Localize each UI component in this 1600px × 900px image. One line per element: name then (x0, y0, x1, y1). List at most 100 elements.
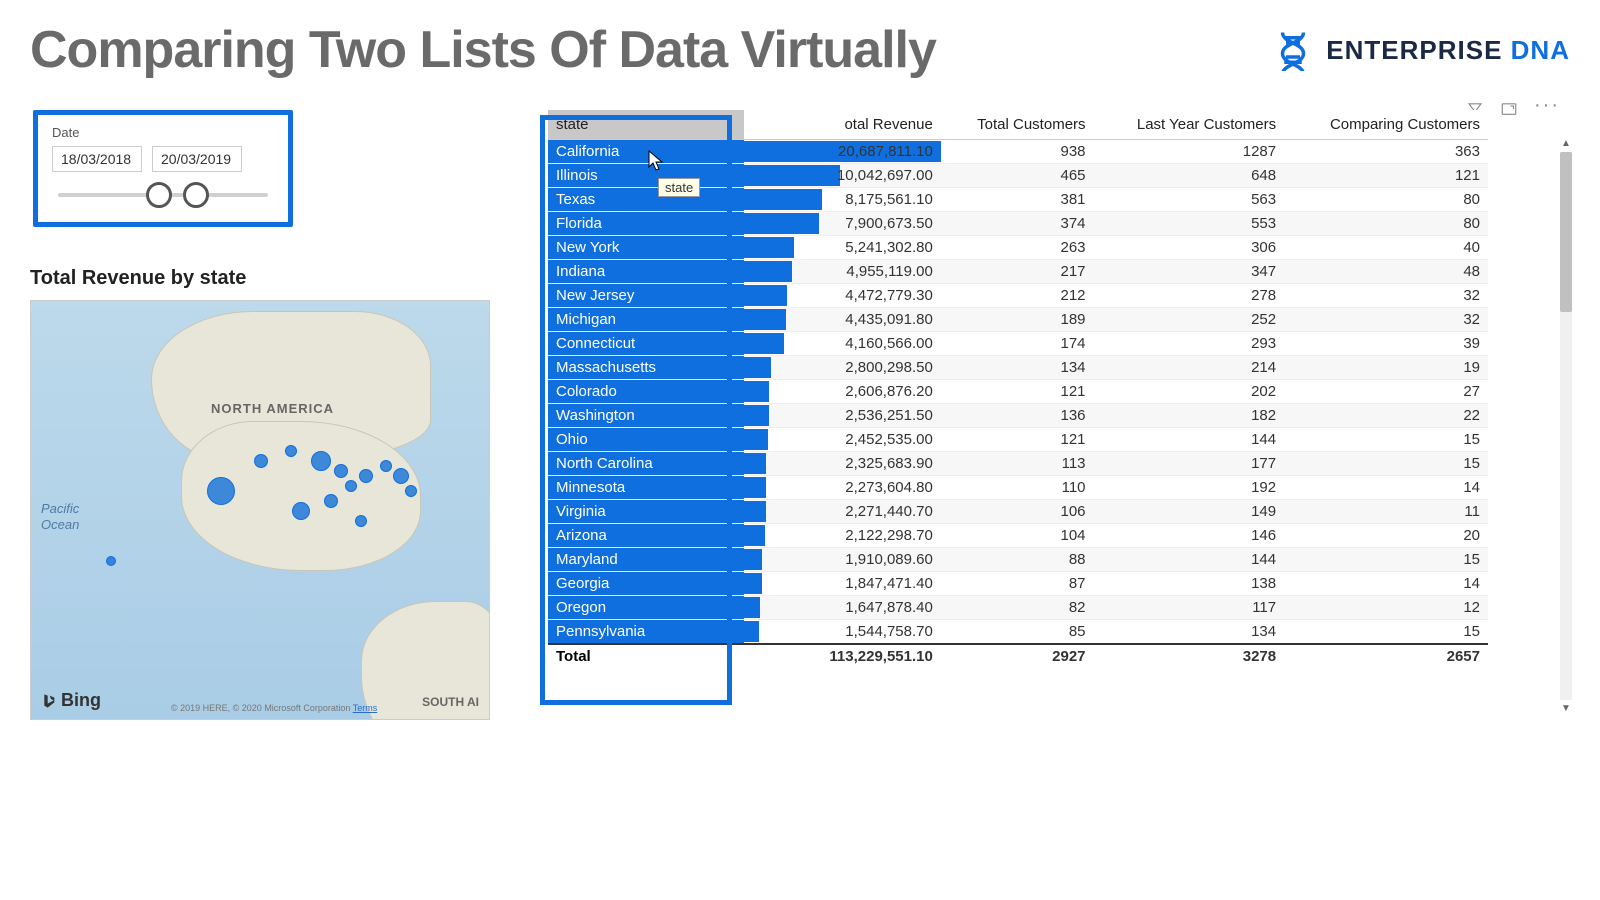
map-bubble[interactable] (405, 485, 417, 497)
table-row[interactable]: Arizona2,122,298.7010414620 (548, 524, 1488, 548)
map-bubble[interactable] (292, 502, 310, 520)
bing-icon (41, 693, 57, 709)
table-row[interactable]: Pennsylvania1,544,758.708513415 (548, 620, 1488, 645)
cell-last-year-customers: 117 (1094, 596, 1285, 620)
col-header-last-year-customers[interactable]: Last Year Customers (1094, 110, 1285, 140)
map-terms-link[interactable]: Terms (353, 703, 378, 713)
table-row[interactable]: New York5,241,302.8026330640 (548, 236, 1488, 260)
map-bubble[interactable] (380, 460, 392, 472)
cell-state: Michigan (548, 308, 744, 332)
table-row[interactable]: Georgia1,847,471.408713814 (548, 572, 1488, 596)
table-row[interactable]: Colorado2,606,876.2012120227 (548, 380, 1488, 404)
map-bubble[interactable] (393, 468, 409, 484)
cell-comparing-customers: 80 (1284, 188, 1488, 212)
cell-total-customers: 938 (941, 140, 1094, 164)
date-slicer[interactable]: Date 18/03/2018 20/03/2019 (33, 110, 293, 227)
cell-total-customers: 104 (941, 524, 1094, 548)
table-row[interactable]: Connecticut4,160,566.0017429339 (548, 332, 1488, 356)
cell-revenue: 4,955,119.00 (744, 260, 940, 284)
date-from-input[interactable]: 18/03/2018 (52, 146, 142, 172)
col-header-total-customers[interactable]: Total Customers (941, 110, 1094, 140)
map-bubble[interactable] (324, 494, 338, 508)
table-row[interactable]: Maryland1,910,089.608814415 (548, 548, 1488, 572)
table-row[interactable]: Massachusetts2,800,298.5013421419 (548, 356, 1488, 380)
map-bubble[interactable] (285, 445, 297, 457)
table-scrollbar[interactable]: ▲ ▼ (1560, 152, 1572, 700)
north-america-label: NORTH AMERICA (211, 401, 334, 416)
cell-comparing-customers: 80 (1284, 212, 1488, 236)
cell-last-year-customers: 214 (1094, 356, 1285, 380)
table-row[interactable]: Washington2,536,251.5013618222 (548, 404, 1488, 428)
focus-mode-icon[interactable] (1500, 100, 1518, 118)
more-options-icon[interactable]: ··· (1534, 100, 1560, 118)
cell-revenue: 2,122,298.70 (744, 524, 940, 548)
cell-last-year-customers: 553 (1094, 212, 1285, 236)
cell-comparing-customers: 363 (1284, 140, 1488, 164)
cell-total-customers: 113 (941, 452, 1094, 476)
table-row[interactable]: Ohio2,452,535.0012114415 (548, 428, 1488, 452)
map-title: Total Revenue by state (30, 267, 500, 290)
cell-state: Texas (548, 188, 744, 212)
cell-revenue: 10,042,697.00 (744, 164, 940, 188)
scroll-up-icon[interactable]: ▲ (1560, 138, 1572, 149)
cell-total-customers: 174 (941, 332, 1094, 356)
cell-state: Maryland (548, 548, 744, 572)
map-bubble[interactable] (345, 480, 357, 492)
cell-state: Pennsylvania (548, 620, 744, 645)
map-bubble[interactable] (207, 477, 235, 505)
cell-last-year-customers: 347 (1094, 260, 1285, 284)
cell-last-year-customers: 144 (1094, 548, 1285, 572)
col-header-revenue[interactable]: otal Revenue (744, 110, 940, 140)
slider-handle-to[interactable] (183, 182, 209, 208)
cell-state: New York (548, 236, 744, 260)
col-header-comparing-customers[interactable]: Comparing Customers (1284, 110, 1488, 140)
cell-total-customers: 374 (941, 212, 1094, 236)
cell-state: Florida (548, 212, 744, 236)
table-row[interactable]: New Jersey4,472,779.3021227832 (548, 284, 1488, 308)
col-header-state[interactable]: state (548, 110, 744, 140)
cell-total-customers: 134 (941, 356, 1094, 380)
date-to-input[interactable]: 20/03/2019 (152, 146, 242, 172)
table-row[interactable]: Virginia2,271,440.7010614911 (548, 500, 1488, 524)
page-title: Comparing Two Lists Of Data Virtually (30, 20, 936, 80)
map-visual[interactable]: NORTH AMERICA SOUTH AI PacificOcean (30, 300, 490, 720)
map-bubble[interactable] (106, 556, 116, 566)
cell-comparing-customers: 19 (1284, 356, 1488, 380)
cell-total-customers: 87 (941, 572, 1094, 596)
map-bubble[interactable] (254, 454, 268, 468)
map-bubble[interactable] (334, 464, 348, 478)
table-row[interactable]: Indiana4,955,119.0021734748 (548, 260, 1488, 284)
cell-revenue: 5,241,302.80 (744, 236, 940, 260)
cell-total-customers: 217 (941, 260, 1094, 284)
total-customers: 2927 (941, 644, 1094, 668)
cell-revenue: 1,847,471.40 (744, 572, 940, 596)
table-row[interactable]: Florida7,900,673.5037455380 (548, 212, 1488, 236)
cell-comparing-customers: 39 (1284, 332, 1488, 356)
map-bubble[interactable] (355, 515, 367, 527)
table-row[interactable]: California20,687,811.109381287363 (548, 140, 1488, 164)
cell-total-customers: 212 (941, 284, 1094, 308)
table-row[interactable]: Michigan4,435,091.8018925232 (548, 308, 1488, 332)
map-bubble[interactable] (311, 451, 331, 471)
cell-last-year-customers: 278 (1094, 284, 1285, 308)
cell-comparing-customers: 15 (1284, 452, 1488, 476)
cell-total-customers: 189 (941, 308, 1094, 332)
scroll-thumb[interactable] (1560, 152, 1572, 312)
slider-handle-from[interactable] (146, 182, 172, 208)
total-comparing: 2657 (1284, 644, 1488, 668)
cell-comparing-customers: 22 (1284, 404, 1488, 428)
cell-comparing-customers: 11 (1284, 500, 1488, 524)
scroll-down-icon[interactable]: ▼ (1560, 703, 1572, 714)
cell-comparing-customers: 121 (1284, 164, 1488, 188)
date-slider[interactable] (52, 182, 274, 208)
table-row[interactable]: North Carolina2,325,683.9011317715 (548, 452, 1488, 476)
cell-total-customers: 136 (941, 404, 1094, 428)
table-row[interactable]: Minnesota2,273,604.8011019214 (548, 476, 1488, 500)
map-bubble[interactable] (359, 469, 373, 483)
cell-comparing-customers: 12 (1284, 596, 1488, 620)
cell-revenue: 4,160,566.00 (744, 332, 940, 356)
cell-state: Arizona (548, 524, 744, 548)
cell-state: North Carolina (548, 452, 744, 476)
cell-total-customers: 121 (941, 428, 1094, 452)
table-row[interactable]: Oregon1,647,878.408211712 (548, 596, 1488, 620)
